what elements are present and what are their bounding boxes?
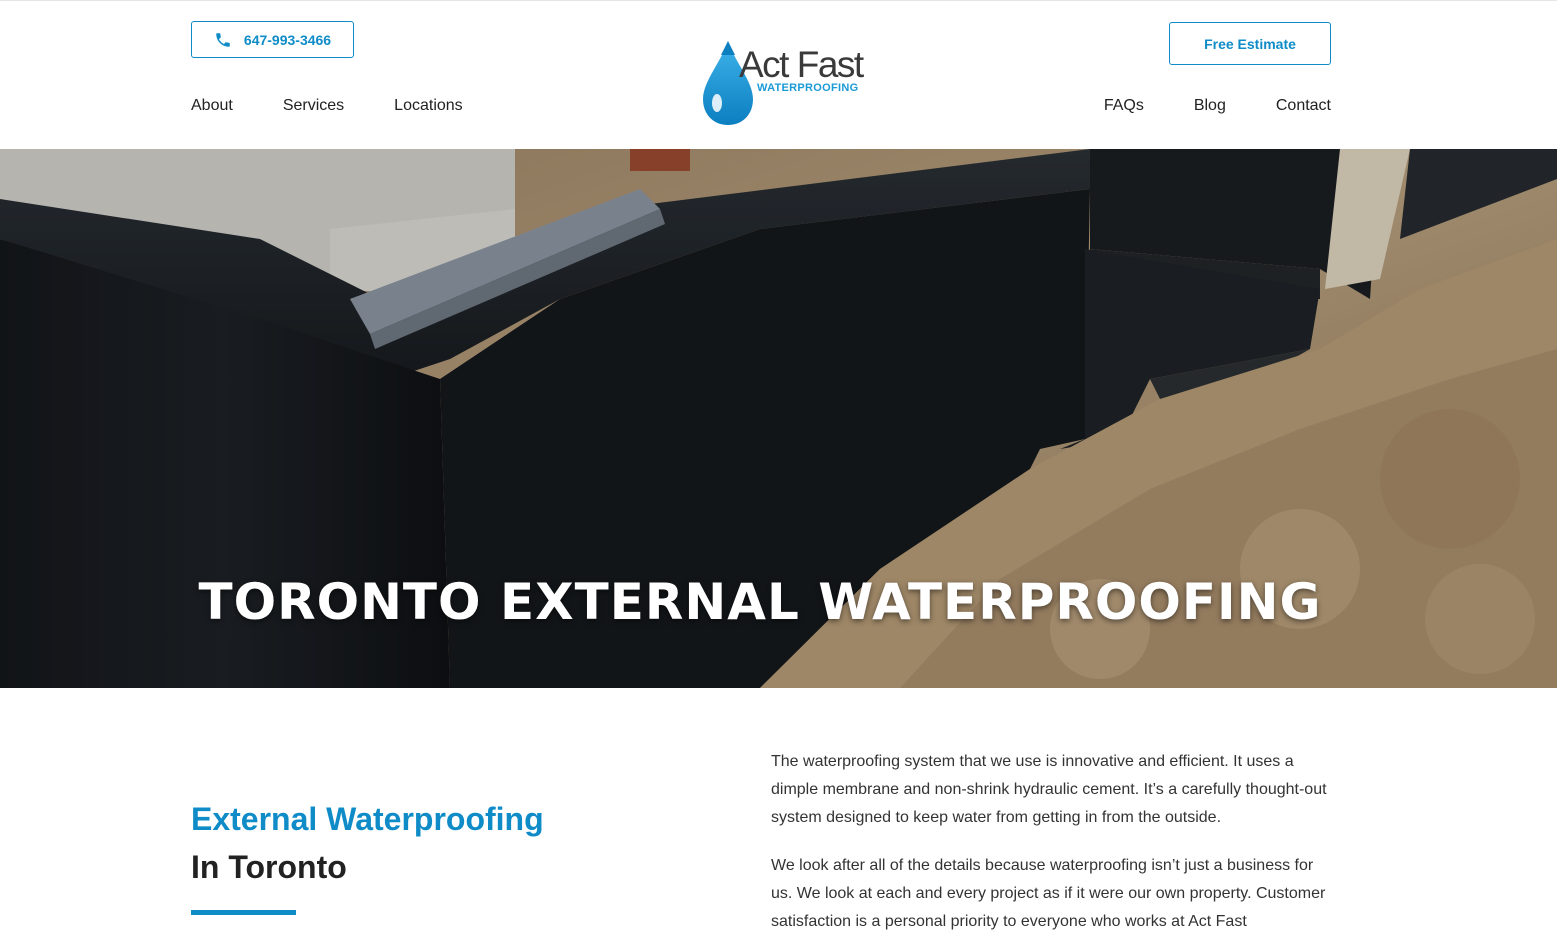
nav-about[interactable]: About xyxy=(191,96,233,116)
nav-contact[interactable]: Contact xyxy=(1276,96,1331,116)
intro-section: External Waterproofing In Toronto The wa… xyxy=(0,688,1557,935)
intro-paragraph: The waterproofing system that we use is … xyxy=(771,753,1327,826)
intro-paragraph: We look after all of the details because… xyxy=(771,857,1326,930)
phone-icon xyxy=(214,31,232,49)
section-heading: In Toronto xyxy=(191,849,347,885)
hero-banner: TORONTO EXTERNAL WATERPROOFING xyxy=(0,149,1557,688)
nav-locations[interactable]: Locations xyxy=(394,96,463,116)
logo-tagline: WATERPROOFING xyxy=(757,82,859,94)
site-header: 647-993-3466 About Services Locations Ac… xyxy=(0,0,1557,149)
site-logo[interactable]: Act Fast WATERPROOFING xyxy=(701,37,866,129)
nav-faqs[interactable]: FAQs xyxy=(1104,96,1144,116)
intro-body: The waterproofing system that we use is … xyxy=(771,748,1331,935)
phone-button[interactable]: 647-993-3466 xyxy=(191,21,354,58)
nav-blog[interactable]: Blog xyxy=(1194,96,1226,116)
hero-title: TORONTO EXTERNAL WATERPROOFING xyxy=(198,572,1322,631)
logo-wordmark: Act Fast xyxy=(739,44,864,85)
section-heading-accent: External Waterproofing xyxy=(191,801,544,837)
heading-underline xyxy=(191,910,296,915)
free-estimate-button[interactable]: Free Estimate xyxy=(1169,22,1331,65)
nav-services[interactable]: Services xyxy=(283,96,344,116)
primary-nav-right: FAQs Blog Contact xyxy=(1054,96,1331,116)
primary-nav-left: About Services Locations xyxy=(191,96,513,116)
phone-number: 647-993-3466 xyxy=(243,31,332,48)
